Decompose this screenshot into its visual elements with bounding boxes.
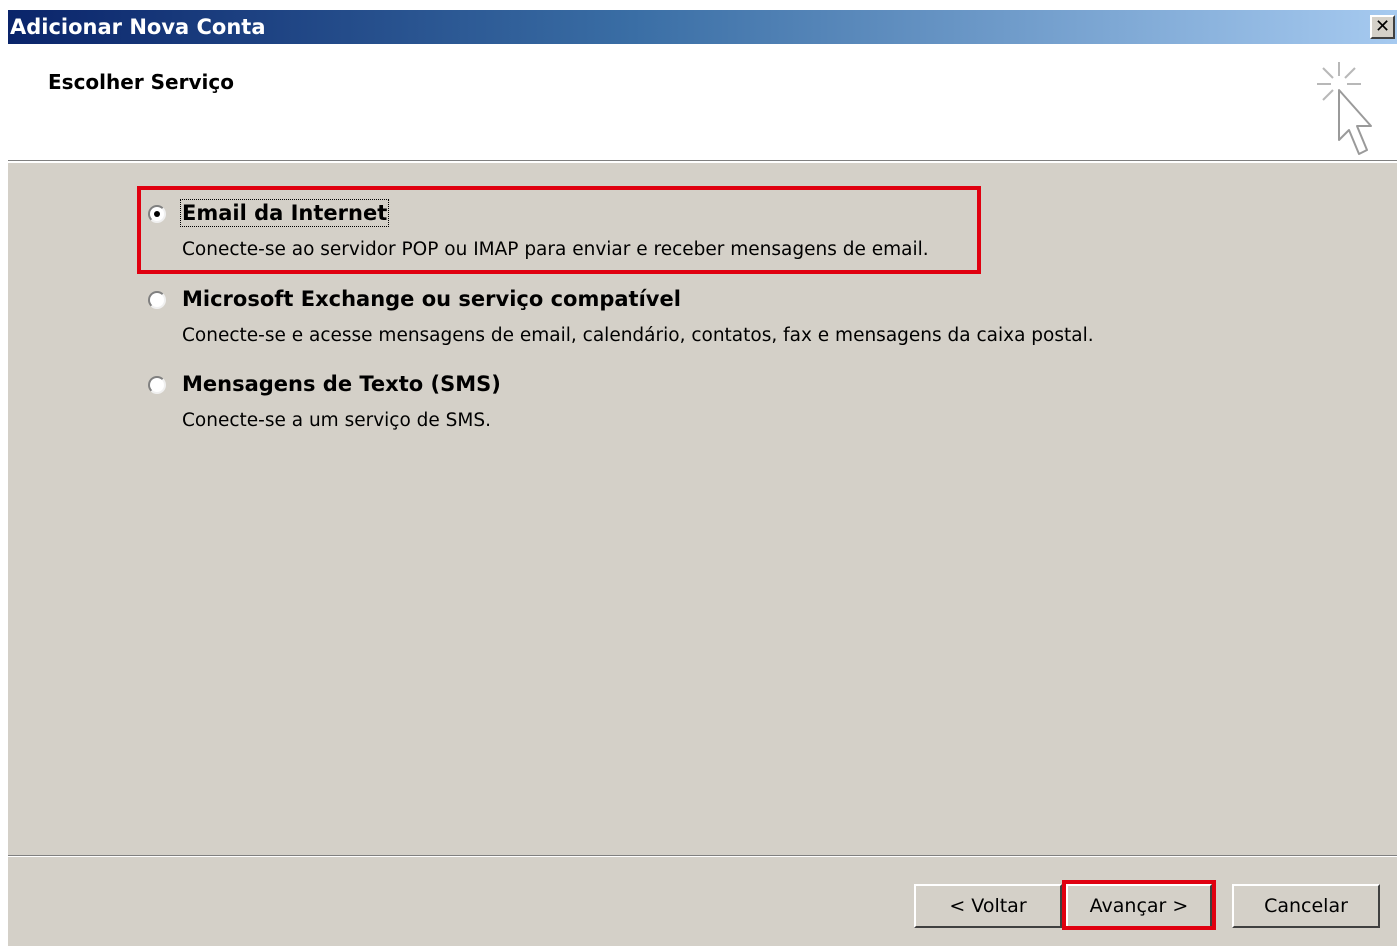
- page-title: Escolher Serviço: [48, 70, 234, 94]
- option-description: Conecte-se a um serviço de SMS.: [182, 410, 491, 431]
- wizard-cursor-icon: [1317, 62, 1372, 155]
- wizard-header: Escolher Serviço: [8, 44, 1397, 161]
- title-bar[interactable]: Adicionar Nova Conta ✕: [8, 10, 1397, 44]
- radio-sms[interactable]: [148, 376, 166, 394]
- dialog-body: Email da Internet Conecte-se ao servidor…: [8, 162, 1397, 856]
- option-title: Mensagens de Texto (SMS): [182, 372, 501, 396]
- cancel-button[interactable]: Cancelar: [1232, 884, 1380, 928]
- back-button[interactable]: < Voltar: [914, 884, 1062, 928]
- option-description: Conecte-se e acesse mensagens de email, …: [182, 325, 1094, 346]
- option-title: Microsoft Exchange ou serviço compatível: [182, 287, 681, 311]
- window-title: Adicionar Nova Conta: [10, 15, 266, 39]
- radio-exchange[interactable]: [148, 291, 166, 309]
- highlight-box-option: [137, 186, 981, 274]
- highlight-box-next: [1062, 880, 1216, 930]
- close-button[interactable]: ✕: [1370, 15, 1395, 39]
- close-icon: ✕: [1374, 16, 1391, 37]
